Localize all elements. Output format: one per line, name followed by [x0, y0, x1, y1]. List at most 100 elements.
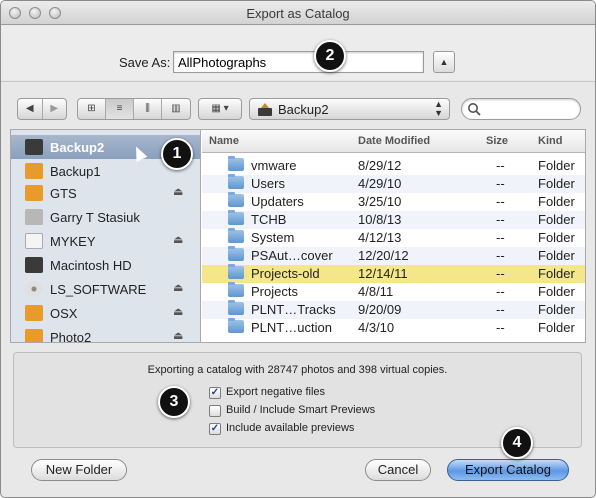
sidebar-item-osx[interactable]: OSX ⏏ — [11, 301, 200, 325]
arrange-icon[interactable]: ▦ ▾ — [199, 99, 241, 119]
file-name: System — [251, 230, 295, 245]
table-row[interactable]: Projects-old 12/14/11 -- Folder — [202, 264, 585, 283]
list-view-icon[interactable]: ≡ — [106, 99, 134, 119]
file-date: 4/12/13 — [358, 230, 402, 245]
drive-icon — [25, 257, 43, 273]
column-kind-header[interactable]: Kind — [538, 135, 562, 147]
eject-icon[interactable]: ⏏ — [173, 281, 183, 294]
table-row[interactable]: Projects 4/8/11 -- Folder — [202, 282, 585, 301]
file-size: -- — [496, 194, 505, 209]
search-field[interactable] — [461, 98, 581, 120]
save-as-input[interactable] — [173, 51, 424, 73]
table-row[interactable]: vmware 8/29/12 -- Folder — [202, 156, 585, 175]
folder-icon — [228, 228, 244, 243]
table-row[interactable]: TCHB 10/8/13 -- Folder — [202, 210, 585, 229]
column-header: Name Date Modified Size Kind — [202, 130, 585, 153]
export-catalog-dialog: Export as Catalog Save As: ▲ ◀ ▶ ⊞ ≡ ⫼ ▥… — [0, 0, 596, 498]
drive-icon — [258, 103, 272, 116]
export-negative-files-checkbox[interactable]: ✓ — [209, 387, 221, 399]
file-date: 4/3/10 — [358, 320, 395, 335]
cover-flow-icon[interactable]: ▥ — [162, 99, 190, 119]
sidebar-item-gts[interactable]: GTS ⏏ — [11, 181, 200, 205]
drive-icon — [25, 139, 43, 155]
column-size-header[interactable]: Size — [486, 135, 508, 147]
drive-icon — [25, 163, 43, 179]
file-size: -- — [496, 158, 505, 173]
file-kind: Folder — [538, 284, 575, 299]
smart-previews-checkbox[interactable] — [209, 405, 221, 417]
sidebar-item-label: Macintosh HD — [50, 258, 132, 273]
search-input[interactable] — [484, 101, 576, 117]
file-name: PLNT…Tracks — [251, 302, 336, 317]
table-row[interactable]: Users 4/29/10 -- Folder — [202, 174, 585, 193]
sidebar-item-garry-t-stasiuk[interactable]: Garry T Stasiuk — [11, 205, 200, 229]
file-kind: Folder — [538, 248, 575, 263]
sidebar-item-label: Photo2 — [50, 330, 92, 342]
forward-arrow-icon[interactable]: ▶ — [43, 99, 67, 119]
table-row[interactable]: PSAut…cover 12/20/12 -- Folder — [202, 246, 585, 265]
file-size: -- — [496, 284, 505, 299]
file-kind: Folder — [538, 176, 575, 191]
sidebar-item-photo2[interactable]: Photo2 ⏏ — [11, 325, 200, 342]
eject-icon[interactable]: ⏏ — [173, 305, 183, 318]
file-kind: Folder — [538, 230, 575, 245]
file-name: PSAut…cover — [251, 248, 333, 263]
icon-view-icon[interactable]: ⊞ — [78, 99, 106, 119]
back-arrow-icon[interactable]: ◀ — [18, 99, 43, 119]
drive-icon — [25, 233, 43, 249]
file-size: -- — [496, 266, 505, 281]
sidebar-item-ls-software[interactable]: LS_SOFTWARE ⏏ — [11, 277, 200, 301]
export-summary: Exporting a catalog with 28747 photos an… — [147, 364, 448, 376]
disc-icon — [25, 281, 43, 297]
sidebar-item-label: Backup2 — [50, 140, 105, 155]
file-browser: Backup2 Backup1 GTS ⏏ Garry T Stasiuk MY… — [10, 129, 586, 343]
save-as-label: Save As: — [119, 55, 171, 70]
sidebar-item-label: GTS — [50, 186, 77, 201]
view-mode-control: ⊞ ≡ ⫼ ▥ — [77, 98, 191, 120]
file-kind: Folder — [538, 158, 575, 173]
include-previews-checkbox[interactable]: ✓ — [209, 423, 221, 435]
file-size: -- — [496, 320, 505, 335]
table-row[interactable]: Updaters 3/25/10 -- Folder — [202, 192, 585, 211]
table-row[interactable]: PLNT…uction 4/3/10 -- Folder — [202, 318, 585, 337]
column-name-header[interactable]: Name — [209, 135, 239, 147]
file-name: Users — [251, 176, 285, 191]
file-size: -- — [496, 212, 505, 227]
file-kind: Folder — [538, 212, 575, 227]
save-as-area: Save As: ▲ — [1, 26, 595, 80]
file-kind: Folder — [538, 194, 575, 209]
sidebar-item-macintosh-hd[interactable]: Macintosh HD — [11, 253, 200, 277]
cancel-button[interactable]: Cancel — [365, 459, 431, 481]
sidebar-item-mykey[interactable]: MYKEY ⏏ — [11, 229, 200, 253]
eject-icon[interactable]: ⏏ — [173, 329, 183, 342]
sidebar-item-label: LS_SOFTWARE — [50, 282, 147, 297]
folder-icon — [228, 282, 244, 297]
disclosure-up-icon[interactable]: ▲ — [433, 51, 455, 73]
eject-icon[interactable]: ⏏ — [173, 185, 183, 198]
folder-icon — [228, 210, 244, 225]
file-name: Updaters — [251, 194, 304, 209]
column-date-header[interactable]: Date Modified — [358, 135, 430, 147]
file-kind: Folder — [538, 320, 575, 335]
folder-icon — [228, 318, 244, 333]
eject-icon[interactable]: ⏏ — [173, 233, 183, 246]
drive-icon — [25, 305, 43, 321]
column-view-icon[interactable]: ⫼ — [134, 99, 162, 119]
export-catalog-button[interactable]: Export Catalog — [447, 459, 569, 481]
table-row[interactable]: PLNT…Tracks 9/20/09 -- Folder — [202, 300, 585, 319]
folder-icon — [228, 246, 244, 261]
new-folder-button[interactable]: New Folder — [31, 459, 127, 481]
file-name: Projects-old — [251, 266, 320, 281]
title-bar: Export as Catalog — [1, 1, 595, 25]
file-name: vmware — [251, 158, 297, 173]
search-icon — [468, 103, 481, 116]
file-size: -- — [496, 176, 505, 191]
drive-icon — [25, 185, 43, 201]
file-name: Projects — [251, 284, 298, 299]
file-kind: Folder — [538, 302, 575, 317]
file-date: 12/20/12 — [358, 248, 409, 263]
table-row[interactable]: System 4/12/13 -- Folder — [202, 228, 585, 247]
arrange-control[interactable]: ▦ ▾ — [198, 98, 242, 120]
location-popup[interactable]: Backup2 ▲ ▼ — [249, 98, 450, 120]
callout-badge-4: 4 — [501, 427, 533, 459]
